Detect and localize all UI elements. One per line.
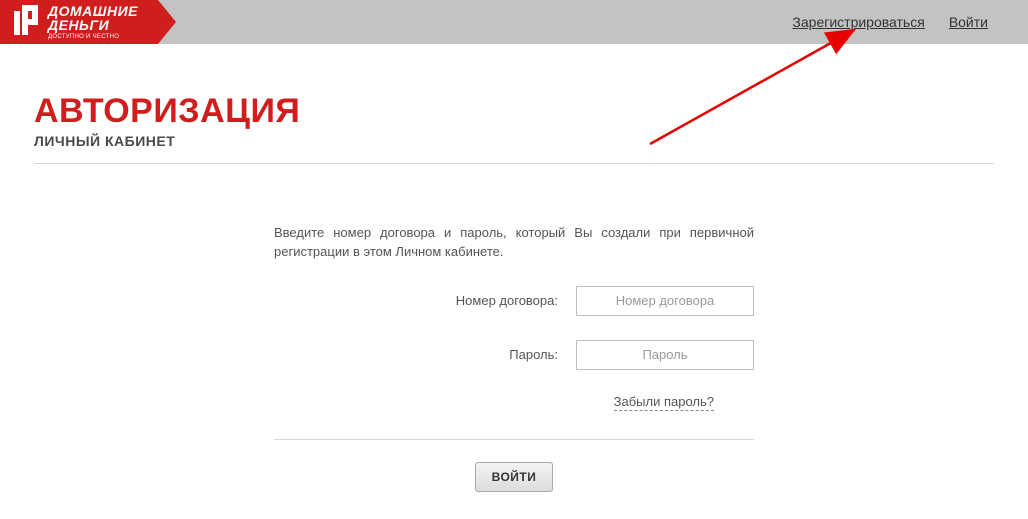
page-title: АВТОРИЗАЦИЯ: [34, 92, 994, 131]
password-label: Пароль:: [509, 347, 558, 362]
contract-input[interactable]: [576, 286, 754, 316]
submit-button[interactable]: ВОЙТИ: [475, 462, 554, 492]
login-link[interactable]: Войти: [949, 14, 988, 30]
contract-label: Номер договора:: [456, 293, 558, 308]
forgot-password-link[interactable]: Забыли пароль?: [614, 394, 714, 411]
divider: [34, 163, 994, 164]
logo[interactable]: ДОМАШНИЕ ДЕНЬГИ ДОСТУПНО И ЧЕСТНО: [0, 0, 176, 44]
contract-row: Номер договора:: [274, 286, 754, 316]
logo-line3: ДОСТУПНО И ЧЕСТНО: [48, 34, 138, 40]
header-links: Зарегистрироваться Войти: [792, 14, 988, 30]
password-input[interactable]: [576, 340, 754, 370]
logo-icon: [14, 5, 40, 40]
logo-text: ДОМАШНИЕ ДЕНЬГИ ДОСТУПНО И ЧЕСТНО: [48, 4, 138, 40]
header-bar: ДОМАШНИЕ ДЕНЬГИ ДОСТУПНО И ЧЕСТНО Зареги…: [0, 0, 1028, 44]
form-divider: [274, 439, 754, 440]
logo-arrow-icon: [158, 0, 176, 44]
logo-line1: ДОМАШНИЕ: [48, 4, 138, 18]
logo-line2: ДЕНЬГИ: [48, 18, 138, 32]
password-row: Пароль:: [274, 340, 754, 370]
forgot-row: Забыли пароль?: [274, 394, 754, 411]
register-link[interactable]: Зарегистрироваться: [792, 14, 924, 30]
page-subtitle: ЛИЧНЫЙ КАБИНЕТ: [34, 133, 994, 149]
login-form: Введите номер договора и пароль, который…: [274, 224, 754, 492]
intro-text: Введите номер договора и пароль, который…: [274, 224, 754, 262]
submit-row: ВОЙТИ: [274, 462, 754, 492]
content: АВТОРИЗАЦИЯ ЛИЧНЫЙ КАБИНЕТ Введите номер…: [0, 44, 1028, 492]
